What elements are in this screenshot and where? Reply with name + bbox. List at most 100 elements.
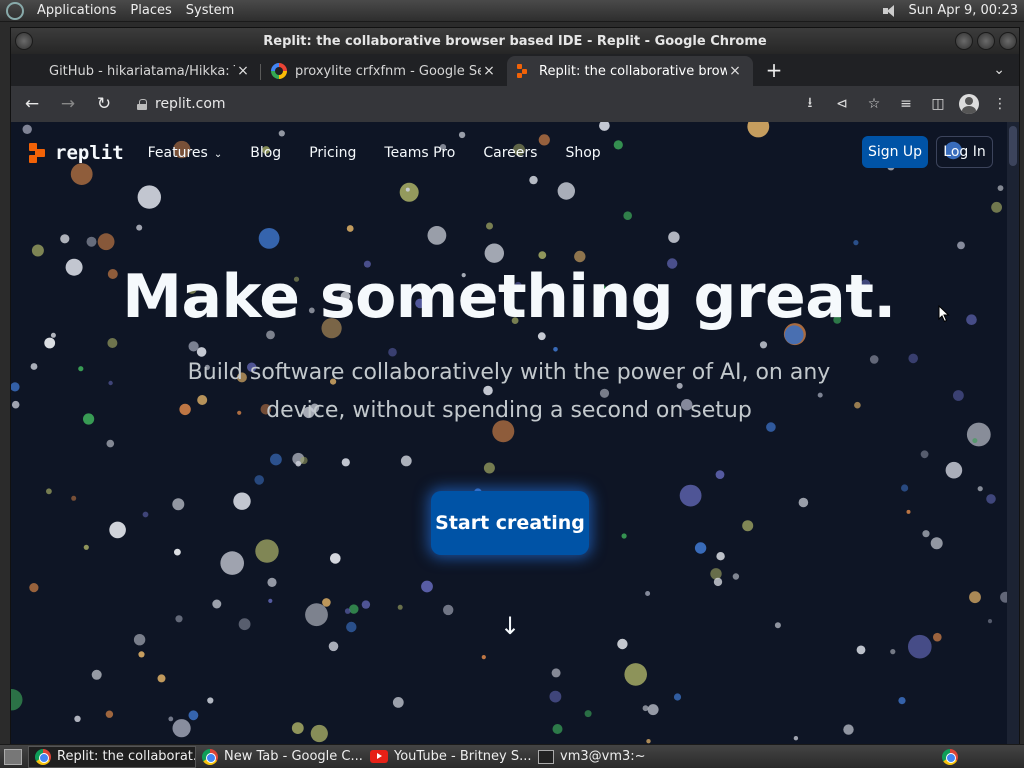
task-terminal[interactable]: vm3@vm3:~ <box>532 746 700 768</box>
gnome-foot-icon[interactable] <box>6 1 24 20</box>
page-scrollbar[interactable] <box>1007 122 1019 744</box>
task-new-tab[interactable]: New Tab - Google C... <box>196 746 364 768</box>
tab-search-icon[interactable]: ⌄ <box>993 62 1005 78</box>
nav-shop[interactable]: Shop <box>565 145 600 161</box>
tab-github[interactable]: GitHub - hikariatama/Hikka: T × <box>15 56 261 86</box>
show-desktop-icon[interactable] <box>4 748 22 765</box>
particle <box>175 615 183 623</box>
particle <box>254 475 264 485</box>
arrow-down-icon[interactable]: ↓ <box>498 612 522 640</box>
bookmark-star-icon[interactable]: ☆ <box>863 93 885 115</box>
menu-applications[interactable]: Applications <box>30 0 123 22</box>
minimize-button[interactable] <box>955 32 973 50</box>
share-icon[interactable]: ⊲ <box>831 93 853 115</box>
profile-avatar-icon[interactable] <box>959 94 979 114</box>
particle <box>694 542 707 554</box>
media-queue-icon[interactable]: ≡ <box>895 93 917 115</box>
tab-google-search[interactable]: proxylite crfxfnm - Google Sea × <box>261 56 507 86</box>
particle <box>300 456 308 465</box>
particle <box>642 705 649 712</box>
particle <box>399 182 419 202</box>
start-creating-button[interactable]: Start creating <box>431 491 589 555</box>
particle <box>157 674 166 683</box>
background-particles <box>11 122 1007 744</box>
task-youtube[interactable]: YouTube - Britney S... <box>364 746 532 768</box>
tab-close-icon[interactable]: × <box>481 63 497 79</box>
kebab-menu-icon[interactable]: ⋮ <box>989 93 1011 115</box>
clock[interactable]: Sun Apr 9, 00:23 <box>909 3 1018 18</box>
task-replit[interactable]: Replit: the collaborat... <box>28 745 196 768</box>
particle <box>854 401 861 409</box>
particle <box>268 598 273 603</box>
browser-window: Replit: the collaborative browser based … <box>10 27 1020 745</box>
particle <box>623 211 632 220</box>
particle <box>908 353 918 364</box>
particle <box>481 655 486 660</box>
particle <box>710 568 722 580</box>
replit-logo-icon <box>29 143 49 163</box>
particle <box>713 577 723 587</box>
new-tab-button[interactable]: + <box>761 58 787 82</box>
maximize-button[interactable] <box>977 32 995 50</box>
nav-careers[interactable]: Careers <box>483 145 537 161</box>
particle <box>427 226 447 245</box>
forward-icon[interactable]: → <box>55 91 81 117</box>
particle <box>890 649 896 655</box>
url-text[interactable]: replit.com <box>155 96 226 112</box>
nav-teams-pro[interactable]: Teams Pro <box>384 145 455 161</box>
particle <box>310 724 328 743</box>
particle <box>174 548 181 556</box>
nav-features[interactable]: Features ⌄ <box>148 145 223 161</box>
particle <box>22 124 32 134</box>
nav-blog[interactable]: Blog <box>250 145 281 161</box>
particle <box>953 390 964 401</box>
particle <box>29 583 39 593</box>
particle <box>966 422 991 447</box>
particle <box>957 241 965 250</box>
particle <box>793 736 799 741</box>
particle <box>258 228 280 249</box>
particle <box>397 604 403 610</box>
log-in-button[interactable]: Log In <box>936 136 993 168</box>
particle <box>553 347 558 352</box>
close-window-button[interactable] <box>999 32 1017 50</box>
particle <box>421 580 433 593</box>
sign-up-button[interactable]: Sign Up <box>862 136 928 168</box>
particle <box>483 462 495 474</box>
particle <box>106 439 115 448</box>
window-titlebar[interactable]: Replit: the collaborative browser based … <box>11 28 1019 54</box>
particle <box>136 224 143 231</box>
lock-icon[interactable] <box>137 98 147 110</box>
particle <box>137 185 161 209</box>
menu-places[interactable]: Places <box>123 0 178 22</box>
particle <box>621 533 627 539</box>
tab-close-icon[interactable]: × <box>235 63 251 79</box>
task-label: New Tab - Google C... <box>224 749 363 764</box>
particle <box>270 453 282 466</box>
menu-system[interactable]: System <box>179 0 241 22</box>
particle <box>774 622 781 629</box>
particle <box>732 573 740 580</box>
replit-logo-link[interactable]: replit <box>29 142 124 164</box>
install-app-icon[interactable]: ⭳ <box>799 93 821 115</box>
particle <box>267 577 277 587</box>
youtube-icon <box>370 750 388 763</box>
particle <box>60 234 70 244</box>
tray-chrome-icon[interactable] <box>942 748 958 765</box>
tab-close-icon[interactable]: × <box>727 63 743 79</box>
volume-icon[interactable] <box>882 4 899 18</box>
particle <box>295 460 302 467</box>
address-bar[interactable]: replit.com <box>127 90 789 118</box>
particle <box>105 710 114 718</box>
window-menu-button[interactable] <box>15 32 33 50</box>
particle <box>220 551 244 575</box>
scrollbar-thumb[interactable] <box>1009 126 1017 166</box>
side-panel-icon[interactable]: ◫ <box>927 93 949 115</box>
tab-replit[interactable]: Replit: the collaborative brows × <box>507 56 753 86</box>
nav-pricing[interactable]: Pricing <box>309 145 356 161</box>
particle <box>843 724 854 735</box>
particle <box>11 689 23 711</box>
reload-icon[interactable]: ↻ <box>91 91 117 117</box>
back-icon[interactable]: ← <box>19 91 45 117</box>
particle <box>901 484 909 492</box>
